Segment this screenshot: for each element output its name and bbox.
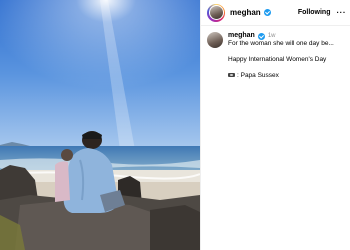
caption-line-1: For the woman she will one day be... xyxy=(228,40,334,47)
caption-line-3-container: : Papa Sussex xyxy=(228,72,334,80)
post-header: meghan Following ··· xyxy=(201,0,350,26)
following-button[interactable]: Following xyxy=(298,9,331,16)
verified-badge-icon xyxy=(263,9,271,16)
caption-username[interactable]: meghan xyxy=(228,32,255,40)
username-header[interactable]: meghan xyxy=(230,8,271,17)
caption-line-3: : Papa Sussex xyxy=(237,72,279,79)
post-detail-panel: meghan Following ··· meghan 1w For the w… xyxy=(200,0,350,250)
post-photo[interactable] xyxy=(0,0,200,250)
profile-avatar[interactable] xyxy=(207,3,225,22)
username-text[interactable]: meghan xyxy=(230,8,261,17)
movie-camera-icon xyxy=(228,72,235,77)
verified-badge-icon xyxy=(257,32,265,40)
caption-line-2: Happy International Women's Day xyxy=(228,56,327,63)
more-options-icon[interactable]: ··· xyxy=(337,8,347,17)
caption-block: meghan 1w For the woman she will one day… xyxy=(201,26,350,80)
caption-avatar[interactable] xyxy=(207,32,223,48)
post-timestamp[interactable]: 1w xyxy=(268,32,276,40)
